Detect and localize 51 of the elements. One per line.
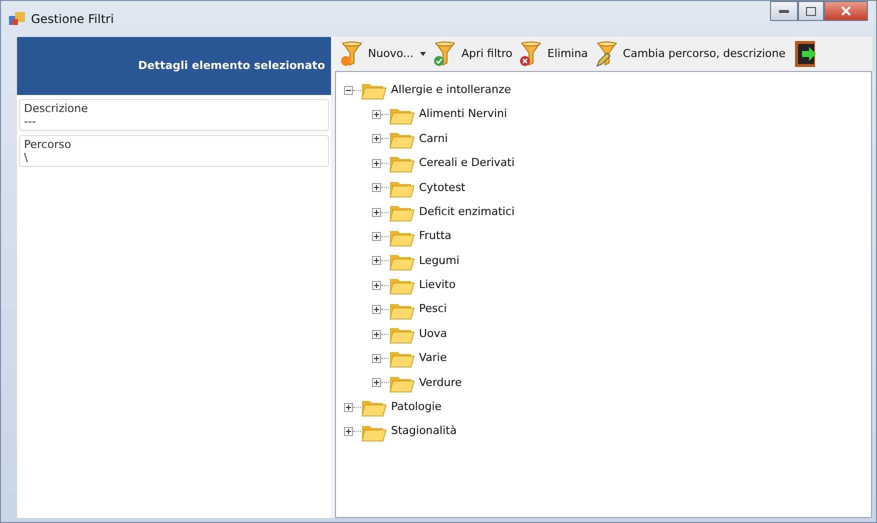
tree-item[interactable]: Patologie: [391, 399, 442, 416]
expand-icon[interactable]: [372, 208, 381, 217]
field-box[interactable]: Percorso \: [19, 135, 329, 167]
field-value: \: [24, 151, 29, 164]
funnel-new-icon: [341, 41, 365, 67]
tree-item[interactable]: Alimenti Nervini: [419, 106, 508, 123]
expand-icon[interactable]: [372, 256, 381, 266]
tree-item[interactable]: Cytotest: [419, 180, 466, 196]
close-button[interactable]: [824, 1, 868, 21]
toolbar-button[interactable]: Apri filtro: [432, 41, 514, 67]
field-label: Descrizione: [24, 102, 89, 115]
expand-icon[interactable]: [372, 305, 381, 314]
funnel-pencil-icon: [596, 41, 620, 67]
app-icon: [9, 12, 25, 26]
tree-item[interactable]: Carni: [419, 130, 448, 148]
toolbar-button[interactable]: Elimina: [518, 41, 590, 67]
collapse-icon[interactable]: [344, 86, 353, 95]
toolbar-button[interactable]: Cambia percorso, descrizione: [594, 41, 788, 67]
expand-icon[interactable]: [344, 427, 353, 436]
tree-item[interactable]: Stagionalità: [391, 423, 457, 440]
maximize-icon: [806, 6, 816, 16]
expand-icon[interactable]: [372, 330, 381, 339]
toolbar-button[interactable]: Nuovo...: [339, 41, 428, 67]
tree-item[interactable]: Frutta: [419, 228, 452, 245]
expand-icon[interactable]: [344, 402, 353, 412]
tree-item[interactable]: Uova: [419, 326, 448, 342]
expand-icon[interactable]: [372, 232, 381, 242]
field-label: Percorso: [24, 138, 72, 151]
maximize-button[interactable]: [798, 1, 824, 21]
tree-item[interactable]: Legumi: [419, 252, 460, 270]
tree-item[interactable]: Pesci: [419, 301, 447, 318]
panel-header: Dettagli elemento selezionato: [17, 37, 331, 95]
tree-item[interactable]: Allergie e intolleranze: [391, 82, 512, 98]
expand-icon[interactable]: [372, 354, 381, 363]
minimize-icon: [779, 10, 789, 12]
minimize-button[interactable]: [770, 1, 798, 21]
tree-item[interactable]: Lievito: [419, 277, 456, 294]
expand-icon[interactable]: [372, 280, 381, 290]
expand-icon[interactable]: [372, 110, 381, 120]
close-icon: [841, 6, 851, 16]
tree-item[interactable]: Deficit enzimatici: [419, 204, 515, 220]
expand-icon[interactable]: [372, 134, 381, 144]
window-title: Gestione Filtri: [31, 11, 114, 28]
field-box[interactable]: Descrizione ---: [19, 99, 329, 131]
tree-item[interactable]: Cereali e Derivati: [419, 155, 515, 172]
field-value: ---: [24, 115, 37, 128]
tree-item[interactable]: Verdure: [419, 374, 462, 392]
tree-item[interactable]: Varie: [419, 350, 447, 367]
expand-icon[interactable]: [372, 378, 381, 388]
expand-icon[interactable]: [372, 183, 381, 192]
expand-icon[interactable]: [372, 158, 381, 168]
